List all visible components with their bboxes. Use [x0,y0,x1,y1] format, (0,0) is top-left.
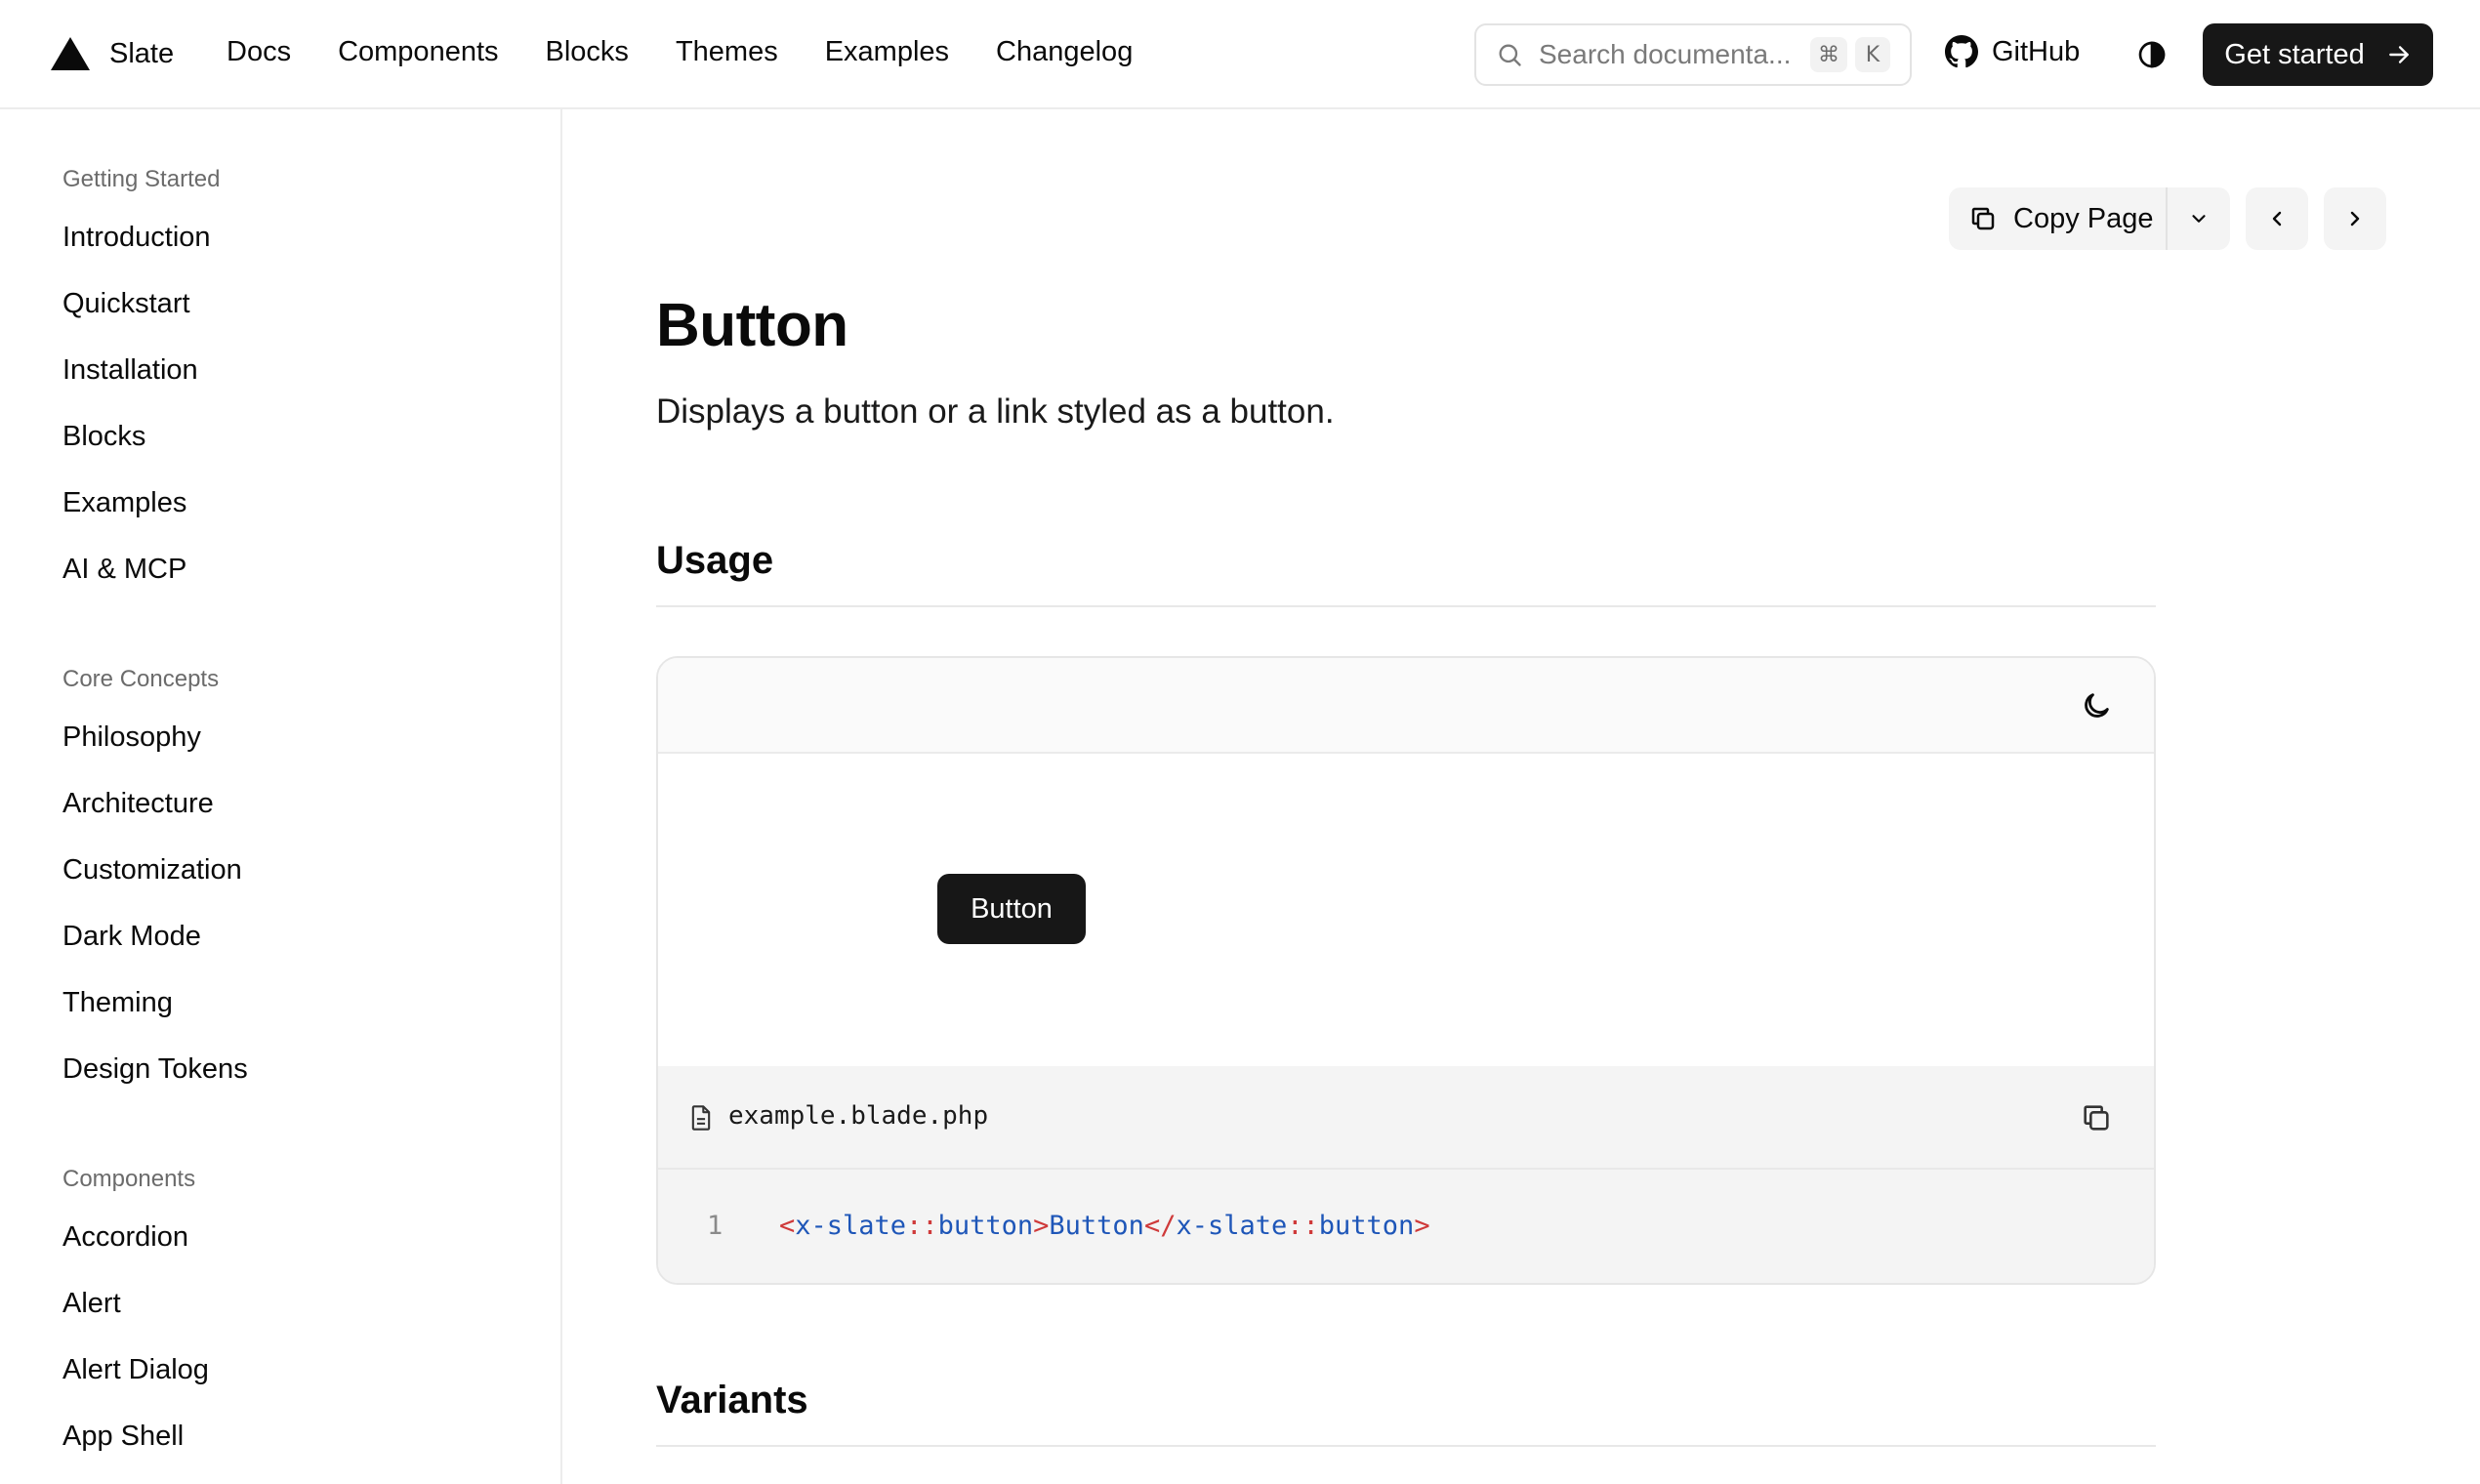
sidebar-item-theming[interactable]: Theming [62,987,173,1019]
preview-toolbar [658,658,2154,754]
nav-examples[interactable]: Examples [825,36,949,68]
brand-name: Slate [109,37,175,69]
arrow-right-icon [2388,46,2409,63]
triangle-logo-icon [51,37,90,70]
code-token: button [1318,1211,1415,1241]
sidebar-item-quickstart[interactable]: Quickstart [62,288,190,320]
code-token: > [1033,1211,1050,1241]
github-icon [1945,35,1978,68]
demo-button[interactable]: Button [937,874,1086,944]
sidebar-item-philosophy[interactable]: Philosophy [62,721,201,754]
sidebar-item-examples[interactable]: Examples [62,487,186,519]
get-started-button[interactable]: Get started [2203,23,2433,86]
code-token: > [1414,1211,1430,1241]
code-line: <x-slate::button>Button</x-slate::button… [779,1211,1430,1241]
search-icon [1499,44,1521,66]
copy-code-icon[interactable] [2080,1101,2113,1134]
code-token: </ [1143,1211,1177,1241]
chevron-left-icon [2272,211,2282,227]
sidebar-item-app-shell[interactable]: App Shell [62,1421,184,1453]
chevron-down-icon [2192,215,2206,223]
sidebar-item-introduction[interactable]: Introduction [62,222,211,254]
top-header: Slate Docs Components Blocks Themes Exam… [0,0,2480,109]
sidebar-item-alert-dialog[interactable]: Alert Dialog [62,1354,209,1386]
sidebar-item-installation[interactable]: Installation [62,354,198,387]
sidebar-item-blocks[interactable]: Blocks [62,421,145,453]
search-input[interactable]: Search documenta... ⌘ K [1474,23,1912,86]
get-started-label: Get started [2224,38,2365,70]
sidebar-item-alert[interactable]: Alert [62,1288,121,1320]
nav-changelog[interactable]: Changelog [996,36,1133,68]
github-label: GitHub [1992,35,2081,67]
theme-toggle-icon[interactable] [2136,39,2168,70]
nav-components[interactable]: Components [338,36,498,68]
brand-link[interactable]: Slate [51,37,174,70]
preview-area [658,754,2154,1066]
section-title-variants: Variants [656,1379,808,1422]
previous-page-button[interactable] [2246,187,2308,250]
code-block: 1 <x-slate::button>Button</x-slate::butt… [658,1170,2154,1283]
copy-icon [1971,207,1995,230]
page-title: Button [656,292,848,359]
github-link[interactable]: GitHub [1945,35,2080,68]
copy-page-group: Copy Page [1949,187,2230,250]
section-divider [656,605,2156,607]
usage-example-card: example.blade.php 1 <x-slate::button>But… [656,656,2156,1285]
code-token: :: [1287,1211,1319,1241]
code-token: x-slate [1176,1211,1288,1241]
search-shortcut: ⌘ K [1810,37,1890,72]
code-file-header: example.blade.php [658,1066,2154,1170]
copy-page-menu-button[interactable] [2168,187,2230,250]
code-token: Button [1049,1211,1144,1241]
docs-sidebar: Getting Started Introduction Quickstart … [0,109,562,1484]
sidebar-item-architecture[interactable]: Architecture [62,788,214,820]
command-key: ⌘ [1810,37,1847,72]
k-key: K [1855,37,1890,72]
search-placeholder: Search documenta... [1539,39,1792,69]
sidebar-group-components: Components [62,1166,196,1192]
page-description: Displays a button or a link styled as a … [656,392,1335,431]
code-token: x-slate [795,1211,907,1241]
line-number: 1 [707,1211,723,1241]
nav-blocks[interactable]: Blocks [546,36,629,68]
next-page-button[interactable] [2324,187,2386,250]
nav-themes[interactable]: Themes [676,36,778,68]
code-filename: example.blade.php [728,1101,989,1131]
main-nav: Docs Components Blocks Themes Examples C… [227,36,1133,68]
sidebar-item-dark-mode[interactable]: Dark Mode [62,921,201,953]
section-title-usage: Usage [656,539,774,582]
section-divider [656,1445,2156,1447]
moon-icon[interactable] [2080,689,2113,722]
copy-page-button[interactable]: Copy Page [1949,187,2168,250]
sidebar-group-getting-started: Getting Started [62,166,221,192]
code-token: button [937,1211,1034,1241]
file-icon [691,1105,711,1131]
copy-page-label: Copy Page [2013,202,2154,234]
sidebar-item-customization[interactable]: Customization [62,854,242,886]
sidebar-group-core-concepts: Core Concepts [62,666,220,692]
code-token: :: [906,1211,938,1241]
sidebar-item-accordion[interactable]: Accordion [62,1221,188,1254]
code-token: < [779,1211,796,1241]
sidebar-item-design-tokens[interactable]: Design Tokens [62,1053,248,1086]
chevron-right-icon [2350,211,2360,227]
nav-docs[interactable]: Docs [227,36,291,68]
sidebar-item-ai-mcp[interactable]: AI & MCP [62,554,186,586]
